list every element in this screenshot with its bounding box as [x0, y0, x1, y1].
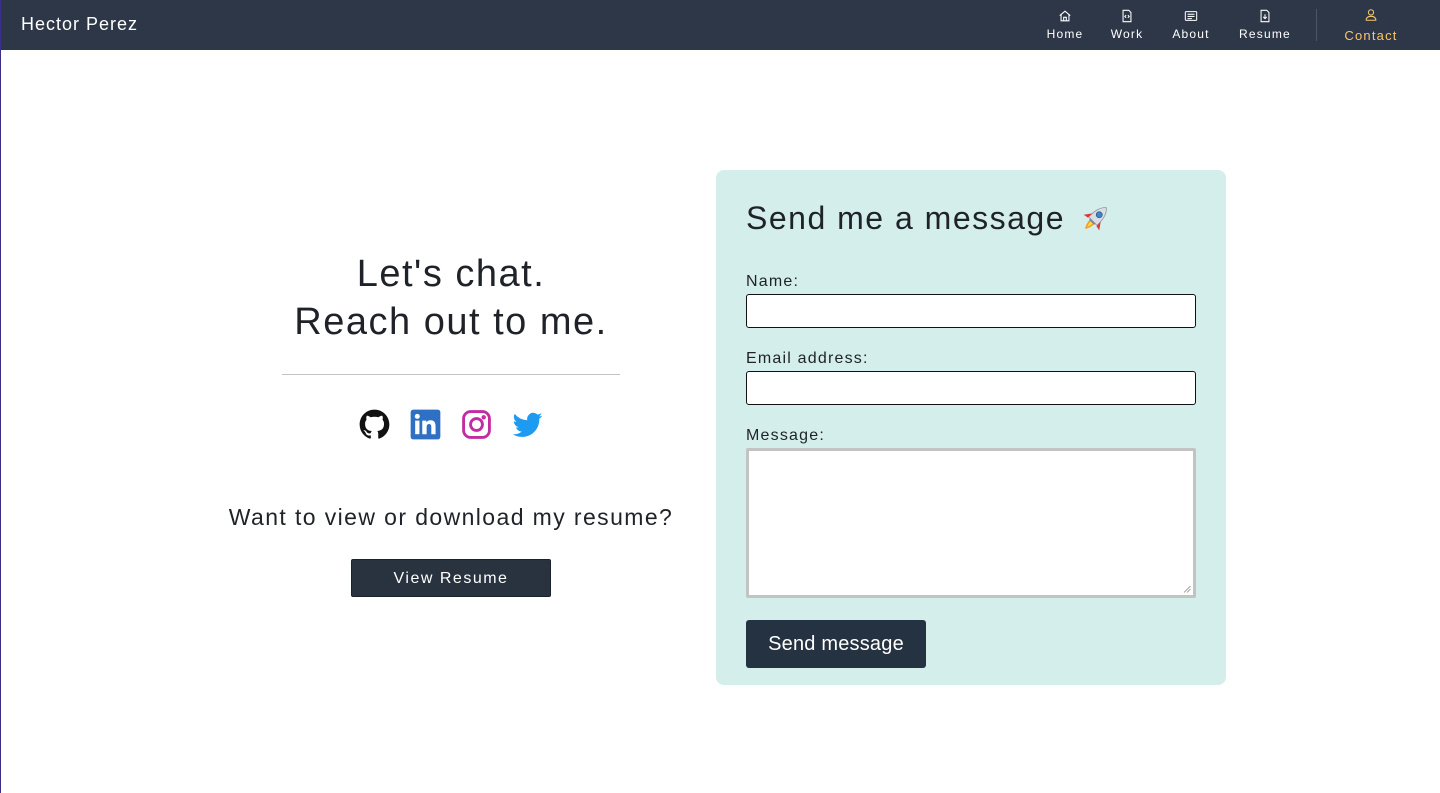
nav-label-about: About — [1172, 27, 1210, 41]
form-title-text: Send me a message — [746, 200, 1065, 236]
headline-line-1: Let's chat. — [356, 253, 546, 295]
nav-label-work: Work — [1110, 27, 1144, 41]
resize-grip-icon[interactable] — [1183, 585, 1191, 593]
rocket-icon — [1083, 206, 1107, 230]
code-file-icon — [1122, 9, 1132, 23]
nav-item-about[interactable]: About — [1154, 0, 1228, 50]
horizontal-divider — [282, 374, 620, 375]
home-icon — [1059, 10, 1071, 22]
contact-intro: Let's chat. Reach out to me. Want to vie… — [181, 250, 721, 597]
nav-item-contact[interactable]: Contact — [1325, 0, 1440, 50]
nav-divider — [1316, 9, 1317, 41]
linkedin-icon — [410, 409, 441, 440]
message-label: Message: — [746, 427, 825, 444]
instagram-icon — [462, 410, 491, 439]
nav-item-home[interactable]: Home — [1030, 0, 1100, 50]
nav-item-work[interactable]: Work — [1100, 0, 1154, 50]
linkedin-link[interactable] — [410, 409, 441, 440]
twitter-link[interactable] — [512, 409, 543, 440]
nav-label-resume: Resume — [1239, 27, 1291, 41]
form-title: Send me a message — [746, 200, 1196, 237]
github-link[interactable] — [359, 409, 390, 440]
id-card-icon — [1184, 11, 1198, 21]
twitter-icon — [512, 412, 543, 437]
email-label: Email address: — [746, 350, 869, 367]
nav-label-home: Home — [1046, 27, 1084, 41]
message-textarea[interactable] — [746, 448, 1196, 598]
name-field[interactable] — [746, 294, 1196, 328]
nav-item-resume[interactable]: Resume — [1228, 0, 1302, 50]
view-resume-button[interactable]: View Resume — [351, 559, 551, 597]
name-label: Name: — [746, 273, 800, 290]
page-headline: Let's chat. Reach out to me. — [181, 250, 721, 346]
email-field[interactable] — [746, 371, 1196, 405]
send-message-button[interactable]: Send message — [746, 620, 926, 668]
instagram-link[interactable] — [461, 409, 492, 440]
nav-menu: Home Work About Resume Contact — [1030, 0, 1440, 50]
headline-line-2: Reach out to me. — [294, 301, 608, 343]
person-icon — [1365, 8, 1377, 21]
contact-form-card: Send me a message Name: Email address: M… — [716, 170, 1226, 685]
social-links — [181, 409, 721, 441]
github-icon — [359, 409, 390, 439]
top-navbar: Hector Perez Home Work About Resume Cont… — [1, 0, 1440, 50]
resume-question: Want to view or download my resume? — [228, 504, 674, 530]
brand-name[interactable]: Hector Perez — [21, 14, 138, 35]
download-file-icon — [1260, 9, 1270, 23]
nav-label-contact: Contact — [1344, 27, 1398, 43]
